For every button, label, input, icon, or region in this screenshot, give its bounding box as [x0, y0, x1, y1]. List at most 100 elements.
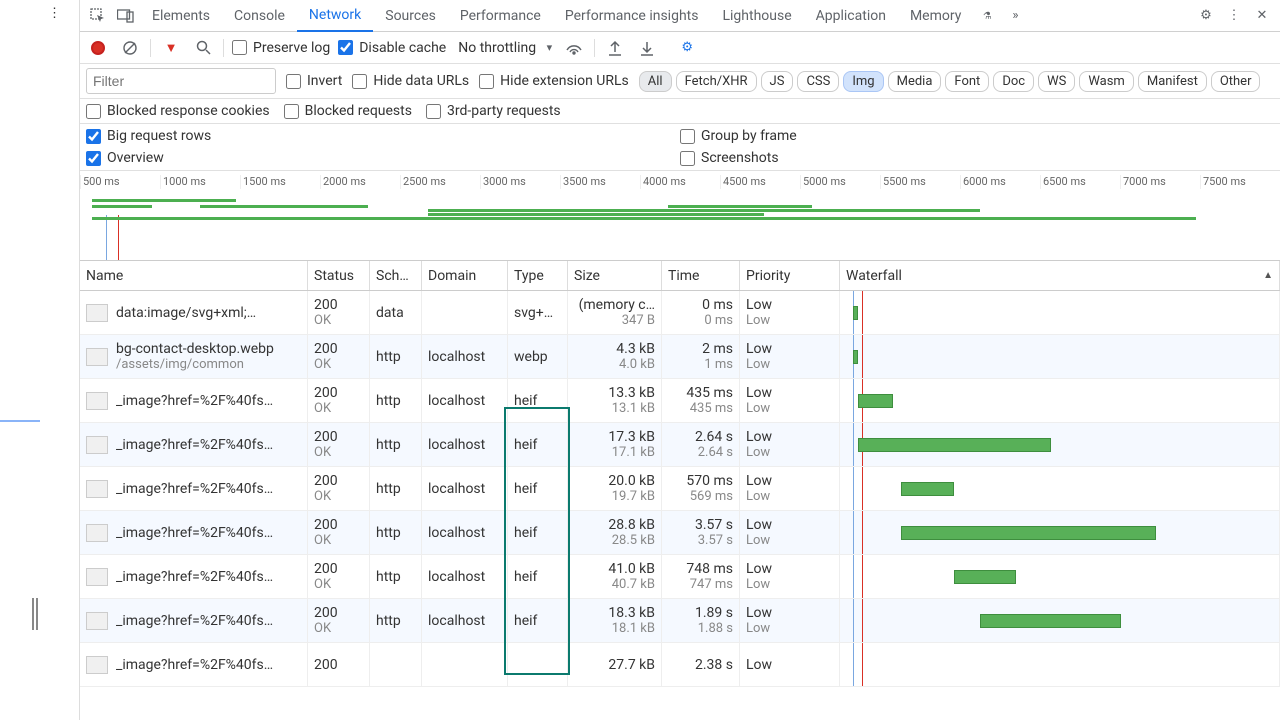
- tab-elements[interactable]: Elements: [140, 0, 222, 32]
- type-pill-other[interactable]: Other: [1211, 71, 1261, 92]
- filter-bar-2: Blocked response cookies Blocked request…: [80, 99, 1280, 124]
- tab-memory[interactable]: Memory: [898, 0, 973, 32]
- col-time[interactable]: Time: [662, 261, 740, 290]
- blocked-cookies-checkbox[interactable]: Blocked response cookies: [86, 103, 270, 119]
- timeline-tick: 6500 ms: [1040, 175, 1120, 189]
- kebab-icon[interactable]: ⋮: [48, 6, 61, 21]
- type-pill-manifest[interactable]: Manifest: [1138, 71, 1207, 92]
- hide-ext-urls-checkbox[interactable]: Hide extension URLs: [479, 73, 629, 89]
- requests-table: Name Status Sch… Domain Type Size Time P…: [80, 261, 1280, 720]
- col-status[interactable]: Status: [308, 261, 370, 290]
- close-icon[interactable]: ✕: [1248, 2, 1276, 30]
- filter-input[interactable]: [86, 68, 276, 94]
- type-pill-all[interactable]: All: [639, 71, 672, 92]
- more-tabs-icon[interactable]: »: [1001, 2, 1029, 30]
- preserve-log-checkbox[interactable]: Preserve log: [232, 40, 330, 56]
- type-pill-ws[interactable]: WS: [1038, 71, 1075, 92]
- timeline-tick: 7500 ms: [1200, 175, 1280, 189]
- table-header[interactable]: Name Status Sch… Domain Type Size Time P…: [80, 261, 1280, 291]
- tab-performance[interactable]: Performance: [448, 0, 553, 32]
- thumbnail-icon: [86, 392, 108, 410]
- thumbnail-icon: [86, 568, 108, 586]
- col-priority[interactable]: Priority: [740, 261, 840, 290]
- group-frame-checkbox[interactable]: Group by frame: [680, 128, 1274, 144]
- timeline-tick: 4000 ms: [640, 175, 720, 189]
- thumbnail-icon: [86, 480, 108, 498]
- tab-performance-insights[interactable]: Performance insights: [553, 0, 711, 32]
- table-row[interactable]: _image?href=%2F%40fs…200OKhttplocalhosth…: [80, 379, 1280, 423]
- network-toolbar: ▼ Preserve log Disable cache No throttli…: [80, 32, 1280, 64]
- table-row[interactable]: _image?href=%2F%40fs…200OKhttplocalhosth…: [80, 511, 1280, 555]
- table-row[interactable]: data:image/svg+xml;…200OKdatasvg+…(memor…: [80, 291, 1280, 335]
- device-icon[interactable]: [112, 2, 140, 30]
- table-row[interactable]: _image?href=%2F%40fs…200OKhttplocalhosth…: [80, 555, 1280, 599]
- invert-checkbox[interactable]: Invert: [286, 73, 342, 89]
- third-party-checkbox[interactable]: 3rd-party requests: [426, 103, 561, 119]
- type-pill-fetchxhr[interactable]: Fetch/XHR: [676, 71, 757, 92]
- timeline-tick: 1000 ms: [160, 175, 240, 189]
- kebab-icon[interactable]: ⋮: [1220, 2, 1248, 30]
- col-size[interactable]: Size: [568, 261, 662, 290]
- type-pill-doc[interactable]: Doc: [993, 71, 1034, 92]
- upload-har-icon[interactable]: [603, 36, 627, 60]
- record-button[interactable]: [86, 36, 110, 60]
- table-row[interactable]: _image?href=%2F%40fs…200OKhttplocalhosth…: [80, 599, 1280, 643]
- table-row[interactable]: bg-contact-desktop.webp/assets/img/commo…: [80, 335, 1280, 379]
- overview-checkbox[interactable]: Overview: [86, 150, 680, 166]
- tab-lighthouse[interactable]: Lighthouse: [710, 0, 803, 32]
- filter-bar: Invert Hide data URLs Hide extension URL…: [80, 64, 1280, 99]
- timeline-tick: 1500 ms: [240, 175, 320, 189]
- gear-icon[interactable]: ⚙: [675, 36, 699, 60]
- big-rows-checkbox[interactable]: Big request rows: [86, 128, 680, 144]
- throttling-select[interactable]: No throttling: [454, 38, 554, 58]
- screenshots-checkbox[interactable]: Screenshots: [680, 150, 1274, 166]
- type-pill-font[interactable]: Font: [945, 71, 989, 92]
- type-pill-img[interactable]: Img: [843, 71, 883, 92]
- download-har-icon[interactable]: [635, 36, 659, 60]
- timeline-tick: 7000 ms: [1120, 175, 1200, 189]
- network-conditions-icon[interactable]: [562, 36, 586, 60]
- tab-application[interactable]: Application: [804, 0, 898, 32]
- overview-timeline[interactable]: 500 ms1000 ms1500 ms2000 ms2500 ms3000 m…: [80, 171, 1280, 261]
- clear-icon[interactable]: [118, 36, 142, 60]
- timeline-tick: 5000 ms: [800, 175, 880, 189]
- website-pane-stub: ⋮: [0, 0, 80, 720]
- view-options: Big request rows Overview Group by frame…: [80, 124, 1280, 171]
- tab-console[interactable]: Console: [222, 0, 297, 32]
- col-scheme[interactable]: Sch…: [370, 261, 422, 290]
- thumbnail-icon: [86, 612, 108, 630]
- col-type[interactable]: Type: [508, 261, 568, 290]
- timeline-tick: 6000 ms: [960, 175, 1040, 189]
- type-pill-css[interactable]: CSS: [797, 71, 839, 92]
- hide-data-urls-checkbox[interactable]: Hide data URLs: [352, 73, 469, 89]
- insights-beaker-icon: ⚗: [973, 2, 1001, 30]
- timeline-tick: 3000 ms: [480, 175, 560, 189]
- resize-grip[interactable]: [32, 598, 40, 630]
- col-name[interactable]: Name: [80, 261, 308, 290]
- tab-network[interactable]: Network: [297, 0, 373, 32]
- disable-cache-checkbox[interactable]: Disable cache: [338, 40, 446, 56]
- timeline-tick: 5500 ms: [880, 175, 960, 189]
- thumbnail-icon: [86, 524, 108, 542]
- inspect-icon[interactable]: [84, 2, 112, 30]
- table-row[interactable]: _image?href=%2F%40fs…200OKhttplocalhosth…: [80, 423, 1280, 467]
- col-waterfall[interactable]: Waterfall▲: [840, 261, 1280, 290]
- type-pill-js[interactable]: JS: [761, 71, 794, 92]
- table-row[interactable]: _image?href=%2F%40fs…200OKhttplocalhosth…: [80, 467, 1280, 511]
- gear-icon[interactable]: ⚙: [1192, 2, 1220, 30]
- timeline-tick: 4500 ms: [720, 175, 800, 189]
- type-pill-wasm[interactable]: Wasm: [1079, 71, 1134, 92]
- type-pill-media[interactable]: Media: [888, 71, 942, 92]
- timeline-tick: 2500 ms: [400, 175, 480, 189]
- col-domain[interactable]: Domain: [422, 261, 508, 290]
- search-icon[interactable]: [191, 36, 215, 60]
- blocked-requests-checkbox[interactable]: Blocked requests: [284, 103, 412, 119]
- thumbnail-icon: [86, 348, 108, 366]
- thumbnail-icon: [86, 656, 108, 674]
- devtools-tabbar: ElementsConsoleNetworkSourcesPerformance…: [80, 0, 1280, 32]
- tab-sources[interactable]: Sources: [373, 0, 448, 32]
- thumbnail-icon: [86, 304, 108, 322]
- table-row[interactable]: _image?href=%2F%40fs…20027.7 kB2.38 sLow: [80, 643, 1280, 687]
- filter-icon[interactable]: ▼: [159, 36, 183, 60]
- timeline-tick: 3500 ms: [560, 175, 640, 189]
